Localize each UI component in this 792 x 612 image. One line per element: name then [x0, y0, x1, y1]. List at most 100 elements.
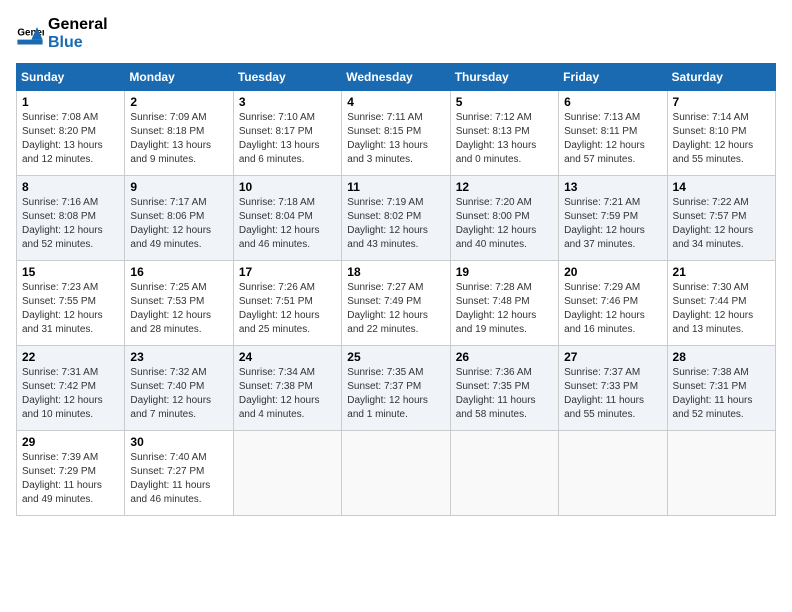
day-number: 22: [22, 350, 119, 364]
weekday-header-tuesday: Tuesday: [233, 64, 341, 91]
calendar-cell: 2 Sunrise: 7:09 AMSunset: 8:18 PMDaylight…: [125, 91, 233, 176]
weekday-header-thursday: Thursday: [450, 64, 558, 91]
day-number: 16: [130, 265, 227, 279]
calendar-cell: 25Sunrise: 7:35 AMSunset: 7:37 PMDayligh…: [342, 346, 450, 431]
calendar-cell: [667, 431, 775, 516]
calendar-cell: 26 Sunrise: 7:36 AMSunset: 7:35 PMDayligh…: [450, 346, 558, 431]
day-number: 11: [347, 180, 444, 194]
calendar-cell: 14 Sunrise: 7:22 AMSunset: 7:57 PMDayligh…: [667, 176, 775, 261]
calendar-cell: 21 Sunrise: 7:30 AMSunset: 7:44 PMDayligh…: [667, 261, 775, 346]
day-number: 15: [22, 265, 119, 279]
day-info: Sunrise: 7:13 AMSunset: 8:11 PMDaylight:…: [564, 111, 661, 167]
day-info: Sunrise: 7:28 AMSunset: 7:48 PMDaylight:…: [456, 281, 553, 337]
day-info: Sunrise: 7:12 AMSunset: 8:13 PMDaylight:…: [456, 111, 553, 167]
day-info: Sunrise: 7:25 AMSunset: 7:53 PMDaylight:…: [130, 281, 227, 337]
calendar-cell: [559, 431, 667, 516]
calendar-cell: 10 Sunrise: 7:18 AMSunset: 8:04 PMDayligh…: [233, 176, 341, 261]
calendar-cell: 30Sunrise: 7:40 AMSunset: 7:27 PMDayligh…: [125, 431, 233, 516]
day-number: 3: [239, 95, 336, 109]
day-info: Sunrise: 7:32 AMSunset: 7:40 PMDaylight:…: [130, 366, 227, 422]
weekday-header-wednesday: Wednesday: [342, 64, 450, 91]
calendar-cell: 20 Sunrise: 7:29 AMSunset: 7:46 PMDayligh…: [559, 261, 667, 346]
day-number: 26: [456, 350, 553, 364]
day-info: Sunrise: 7:35 AMSunset: 7:37 PMDaylight:…: [347, 366, 444, 422]
calendar-cell: 24 Sunrise: 7:34 AMSunset: 7:38 PMDayligh…: [233, 346, 341, 431]
day-info: Sunrise: 7:20 AMSunset: 8:00 PMDaylight:…: [456, 196, 553, 252]
calendar-cell: [233, 431, 341, 516]
calendar-week-row: 1 Sunrise: 7:08 AMSunset: 8:20 PMDaylight…: [17, 91, 776, 176]
calendar-cell: 11 Sunrise: 7:19 AMSunset: 8:02 PMDayligh…: [342, 176, 450, 261]
weekday-header-sunday: Sunday: [17, 64, 125, 91]
day-info: Sunrise: 7:22 AMSunset: 7:57 PMDaylight:…: [673, 196, 770, 252]
calendar-header-row: SundayMondayTuesdayWednesdayThursdayFrid…: [17, 64, 776, 91]
day-number: 1: [22, 95, 119, 109]
day-info: Sunrise: 7:27 AMSunset: 7:49 PMDaylight:…: [347, 281, 444, 337]
day-info: Sunrise: 7:09 AMSunset: 8:18 PMDaylight:…: [130, 111, 227, 167]
calendar-cell: 12Sunrise: 7:20 AMSunset: 8:00 PMDayligh…: [450, 176, 558, 261]
day-info: Sunrise: 7:18 AMSunset: 8:04 PMDaylight:…: [239, 196, 336, 252]
calendar-week-row: 29Sunrise: 7:39 AMSunset: 7:29 PMDayligh…: [17, 431, 776, 516]
day-info: Sunrise: 7:29 AMSunset: 7:46 PMDaylight:…: [564, 281, 661, 337]
calendar-cell: 16 Sunrise: 7:25 AMSunset: 7:53 PMDayligh…: [125, 261, 233, 346]
day-number: 10: [239, 180, 336, 194]
calendar-cell: [342, 431, 450, 516]
day-number: 14: [673, 180, 770, 194]
calendar-cell: 23 Sunrise: 7:32 AMSunset: 7:40 PMDayligh…: [125, 346, 233, 431]
day-number: 18: [347, 265, 444, 279]
calendar-cell: 28 Sunrise: 7:38 AMSunset: 7:31 PMDayligh…: [667, 346, 775, 431]
page-header: General General Blue: [16, 16, 776, 51]
day-number: 20: [564, 265, 661, 279]
calendar-cell: 22 Sunrise: 7:31 AMSunset: 7:42 PMDayligh…: [17, 346, 125, 431]
weekday-header-friday: Friday: [559, 64, 667, 91]
calendar-cell: 27Sunrise: 7:37 AMSunset: 7:33 PMDayligh…: [559, 346, 667, 431]
calendar-cell: 3Sunrise: 7:10 AMSunset: 8:17 PMDaylight…: [233, 91, 341, 176]
day-info: Sunrise: 7:36 AMSunset: 7:35 PMDaylight:…: [456, 366, 553, 422]
day-number: 13: [564, 180, 661, 194]
calendar-cell: 6 Sunrise: 7:13 AMSunset: 8:11 PMDaylight…: [559, 91, 667, 176]
day-number: 24: [239, 350, 336, 364]
day-info: Sunrise: 7:19 AMSunset: 8:02 PMDaylight:…: [347, 196, 444, 252]
day-info: Sunrise: 7:31 AMSunset: 7:42 PMDaylight:…: [22, 366, 119, 422]
day-number: 6: [564, 95, 661, 109]
weekday-header-monday: Monday: [125, 64, 233, 91]
calendar-week-row: 8 Sunrise: 7:16 AMSunset: 8:08 PMDaylight…: [17, 176, 776, 261]
day-info: Sunrise: 7:23 AMSunset: 7:55 PMDaylight:…: [22, 281, 119, 337]
day-info: Sunrise: 7:21 AMSunset: 7:59 PMDaylight:…: [564, 196, 661, 252]
day-number: 2: [130, 95, 227, 109]
day-info: Sunrise: 7:37 AMSunset: 7:33 PMDaylight:…: [564, 366, 661, 422]
calendar-cell: 8 Sunrise: 7:16 AMSunset: 8:08 PMDaylight…: [17, 176, 125, 261]
day-number: 21: [673, 265, 770, 279]
day-number: 5: [456, 95, 553, 109]
day-info: Sunrise: 7:38 AMSunset: 7:31 PMDaylight:…: [673, 366, 770, 422]
day-number: 8: [22, 180, 119, 194]
calendar-week-row: 15 Sunrise: 7:23 AMSunset: 7:55 PMDayligh…: [17, 261, 776, 346]
logo-blue: Blue: [48, 34, 83, 51]
day-info: Sunrise: 7:40 AMSunset: 7:27 PMDaylight:…: [130, 451, 227, 507]
day-info: Sunrise: 7:39 AMSunset: 7:29 PMDaylight:…: [22, 451, 119, 507]
calendar-cell: 29Sunrise: 7:39 AMSunset: 7:29 PMDayligh…: [17, 431, 125, 516]
day-number: 23: [130, 350, 227, 364]
calendar-cell: 5 Sunrise: 7:12 AMSunset: 8:13 PMDaylight…: [450, 91, 558, 176]
day-number: 17: [239, 265, 336, 279]
calendar-cell: 9Sunrise: 7:17 AMSunset: 8:06 PMDaylight…: [125, 176, 233, 261]
logo-icon: General: [16, 20, 44, 48]
day-info: Sunrise: 7:30 AMSunset: 7:44 PMDaylight:…: [673, 281, 770, 337]
calendar-cell: 7 Sunrise: 7:14 AMSunset: 8:10 PMDaylight…: [667, 91, 775, 176]
calendar-cell: 13 Sunrise: 7:21 AMSunset: 7:59 PMDayligh…: [559, 176, 667, 261]
day-info: Sunrise: 7:14 AMSunset: 8:10 PMDaylight:…: [673, 111, 770, 167]
day-info: Sunrise: 7:26 AMSunset: 7:51 PMDaylight:…: [239, 281, 336, 337]
day-info: Sunrise: 7:34 AMSunset: 7:38 PMDaylight:…: [239, 366, 336, 422]
calendar-week-row: 22 Sunrise: 7:31 AMSunset: 7:42 PMDayligh…: [17, 346, 776, 431]
day-number: 28: [673, 350, 770, 364]
day-info: Sunrise: 7:08 AMSunset: 8:20 PMDaylight:…: [22, 111, 119, 167]
day-number: 7: [673, 95, 770, 109]
day-number: 9: [130, 180, 227, 194]
day-info: Sunrise: 7:16 AMSunset: 8:08 PMDaylight:…: [22, 196, 119, 252]
weekday-header-saturday: Saturday: [667, 64, 775, 91]
calendar-cell: 15 Sunrise: 7:23 AMSunset: 7:55 PMDayligh…: [17, 261, 125, 346]
calendar-cell: [450, 431, 558, 516]
calendar-table: SundayMondayTuesdayWednesdayThursdayFrid…: [16, 63, 776, 516]
day-number: 4: [347, 95, 444, 109]
logo: General General Blue: [16, 16, 108, 51]
calendar-cell: 18 Sunrise: 7:27 AMSunset: 7:49 PMDayligh…: [342, 261, 450, 346]
